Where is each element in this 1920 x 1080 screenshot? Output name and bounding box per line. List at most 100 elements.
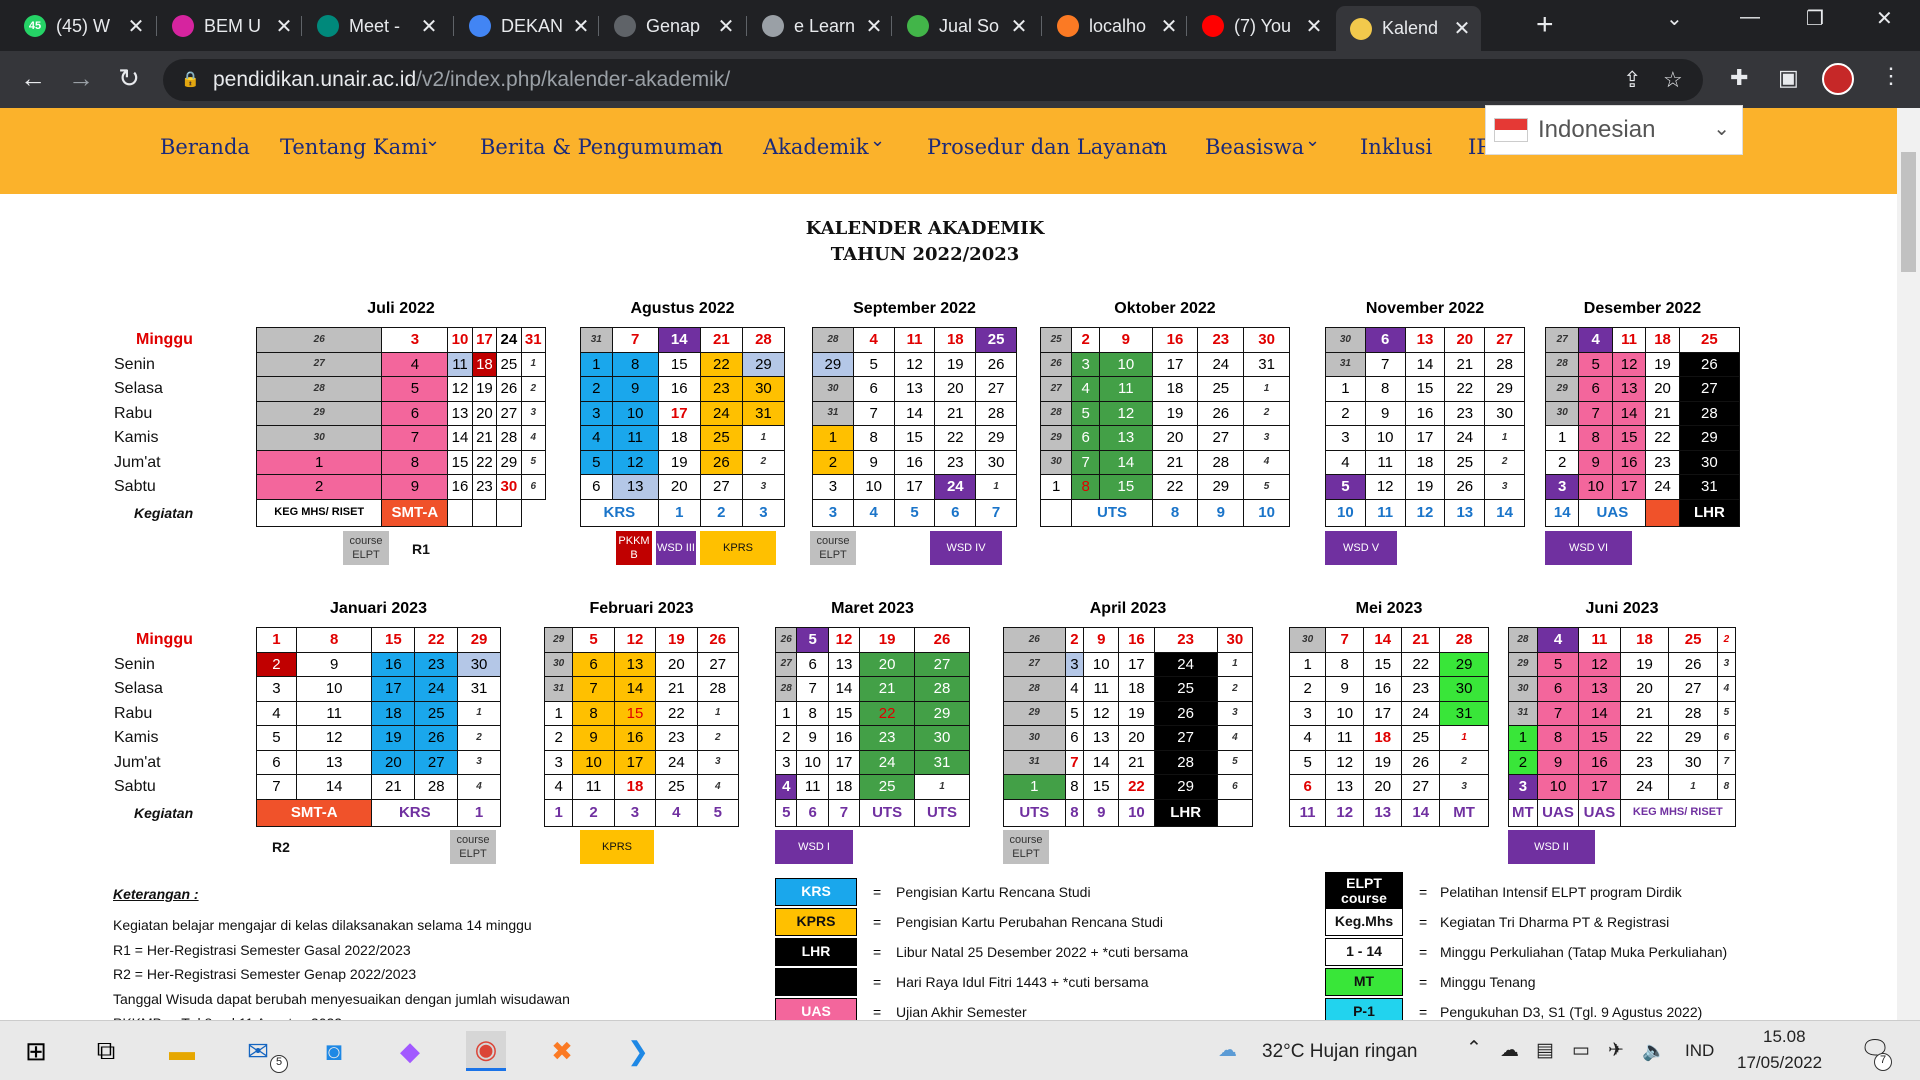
url-text[interactable]: pendidikan.unair.ac.id/v2/index.php/kale… bbox=[213, 68, 730, 92]
indonesia-flag-icon bbox=[1494, 118, 1528, 142]
nav-dropdown-icon[interactable]: ⌄ bbox=[705, 130, 720, 151]
tab-close-icon[interactable]: ✕ bbox=[418, 14, 440, 39]
task-view-icon[interactable]: ⧉ bbox=[86, 1031, 126, 1071]
clock-date[interactable]: 17/05/2022 bbox=[1737, 1053, 1822, 1073]
calendar-day: 19 bbox=[471, 376, 498, 402]
bookmark-star-icon[interactable]: ☆ bbox=[1663, 67, 1683, 93]
day-label-selasa: Selasa bbox=[114, 680, 163, 697]
language-selector[interactable]: Indonesian ⌄ bbox=[1485, 105, 1743, 155]
close-window-button[interactable]: ✕ bbox=[1876, 6, 1893, 31]
reload-button[interactable]: ↻ bbox=[112, 63, 146, 94]
tab-close-icon[interactable]: ✕ bbox=[273, 14, 295, 39]
nav-dropdown-icon[interactable]: ⌄ bbox=[1305, 130, 1320, 151]
weather-text[interactable]: 32°C Hujan ringan bbox=[1262, 1041, 1417, 1063]
tab-search-icon[interactable]: ⌄ bbox=[1666, 6, 1683, 31]
nav-item[interactable]: Beasiswa bbox=[1205, 135, 1304, 159]
nav-item[interactable]: Akademik bbox=[763, 135, 869, 159]
calendar-day: 26 bbox=[255, 327, 383, 353]
browser-tab[interactable]: BEM U ✕ bbox=[158, 7, 303, 45]
address-bar[interactable]: 🔒 pendidikan.unair.ac.id/v2/index.php/ka… bbox=[163, 59, 1703, 101]
calendar-day: 22 bbox=[934, 425, 977, 451]
tab-close-icon[interactable]: ✕ bbox=[125, 14, 147, 39]
tab-title: (45) W bbox=[56, 15, 110, 36]
new-tab-button[interactable]: + bbox=[1536, 8, 1554, 42]
clock-time[interactable]: 15.08 bbox=[1763, 1027, 1806, 1047]
windows-start-icon[interactable]: ⊞ bbox=[16, 1031, 56, 1071]
tab-close-icon[interactable]: ✕ bbox=[1008, 14, 1030, 39]
vscode-icon[interactable]: ❯ bbox=[618, 1031, 658, 1071]
file-explorer-icon[interactable]: ▬ bbox=[162, 1031, 202, 1071]
nav-dropdown-icon[interactable]: ⌄ bbox=[870, 130, 885, 151]
tray-chevron-icon[interactable]: ⌃ bbox=[1466, 1037, 1482, 1060]
calendar-day: 3 bbox=[812, 474, 854, 500]
nav-dropdown-icon[interactable]: ⌄ bbox=[425, 130, 440, 151]
restore-button[interactable]: ❐ bbox=[1806, 6, 1824, 31]
browser-tab[interactable]: Kalend ✕ bbox=[1336, 6, 1481, 51]
nav-dropdown-icon[interactable]: ⌄ bbox=[1148, 130, 1163, 151]
calendar-day: 20 bbox=[1118, 725, 1155, 751]
calendar-day: 17 bbox=[371, 676, 416, 702]
nav-item[interactable]: Inklusi bbox=[1360, 135, 1432, 159]
calendar-day: 16 bbox=[827, 725, 861, 751]
browser-tab[interactable]: Meet - ✕ bbox=[303, 7, 448, 45]
calendar-day: 30 bbox=[255, 425, 383, 451]
browser-tab[interactable]: Genap ✕ bbox=[600, 7, 745, 45]
calendar-day: 5 bbox=[256, 725, 297, 751]
lock-icon[interactable]: 🔒 bbox=[181, 70, 200, 88]
chrome-icon[interactable]: ◉ bbox=[466, 1031, 506, 1071]
calendar-day: 1 bbox=[1508, 725, 1538, 751]
xampp-icon[interactable]: ✖ bbox=[542, 1031, 582, 1071]
browser-tab[interactable]: DEKAN ✕ bbox=[455, 7, 600, 45]
calendar-day: 12 bbox=[1099, 400, 1153, 426]
battery-icon[interactable]: ▭ bbox=[1572, 1039, 1590, 1062]
profile-avatar[interactable] bbox=[1822, 63, 1854, 95]
calendar-day: 8 bbox=[1578, 425, 1613, 451]
tab-close-icon[interactable]: ✕ bbox=[1158, 14, 1180, 39]
browser-tab[interactable]: (7) You ✕ bbox=[1188, 7, 1333, 45]
menu-kebab-icon[interactable]: ⋮ bbox=[1880, 63, 1902, 89]
tab-close-icon[interactable]: ✕ bbox=[1303, 14, 1325, 39]
calendar-day: 9 bbox=[1083, 627, 1120, 653]
calendar-day: 28 bbox=[1439, 627, 1489, 653]
back-button[interactable]: ← bbox=[16, 63, 50, 94]
browser-tab[interactable]: localho ✕ bbox=[1043, 7, 1188, 45]
tab-close-icon[interactable]: ✕ bbox=[715, 14, 737, 39]
tab-close-icon[interactable]: ✕ bbox=[570, 14, 592, 39]
kegiatan-cell: 4 bbox=[655, 798, 698, 827]
side-panel-icon[interactable]: ▣ bbox=[1778, 65, 1799, 91]
browser-tab[interactable]: Jual So ✕ bbox=[893, 7, 1038, 45]
tray-app-icon[interactable]: ▤ bbox=[1536, 1039, 1554, 1062]
calendar-day: 19 bbox=[1645, 351, 1680, 377]
onedrive-icon[interactable]: ☁ bbox=[1500, 1039, 1519, 1062]
input-language[interactable]: IND bbox=[1685, 1041, 1714, 1061]
scrollbar-thumb[interactable] bbox=[1901, 152, 1916, 272]
browser-tab[interactable]: e Learn ✕ bbox=[748, 7, 893, 45]
nav-item[interactable]: Tentang Kami bbox=[280, 135, 428, 159]
browser-tab[interactable]: 45 (45) W ✕ bbox=[10, 7, 155, 45]
minimize-button[interactable]: — bbox=[1740, 6, 1760, 29]
calendar-day: 23 bbox=[859, 725, 916, 751]
page-scrollbar[interactable] bbox=[1897, 108, 1920, 1020]
calendar-day: 18 bbox=[827, 774, 861, 800]
figma-icon[interactable]: ◆ bbox=[390, 1031, 430, 1071]
camera-app-icon[interactable]: ◙ bbox=[314, 1031, 354, 1071]
tab-close-icon[interactable]: ✕ bbox=[1451, 16, 1473, 41]
calendar-day: 4 bbox=[696, 774, 740, 800]
calendar-day: 7 bbox=[572, 676, 615, 702]
share-icon[interactable]: ⇪ bbox=[1623, 67, 1641, 93]
forward-button[interactable]: → bbox=[64, 63, 98, 94]
calendar-day: 3 bbox=[1064, 651, 1085, 677]
calendar-day: 9 bbox=[611, 376, 659, 402]
calendar-day: 29 bbox=[1508, 651, 1538, 677]
calendar-day: 6 bbox=[1716, 725, 1737, 751]
extensions-icon[interactable]: ✚ bbox=[1730, 65, 1748, 91]
network-icon[interactable]: ✈ bbox=[1608, 1039, 1624, 1062]
legend-equals: = bbox=[873, 884, 882, 900]
calendar-day: 30 bbox=[1243, 327, 1290, 353]
weather-icon[interactable]: ☁ bbox=[1218, 1039, 1237, 1062]
nav-item[interactable]: Prosedur dan Layanan bbox=[927, 135, 1167, 159]
nav-item[interactable]: Berita & Pengumuman bbox=[480, 135, 723, 159]
nav-item[interactable]: Beranda bbox=[160, 135, 250, 159]
tab-close-icon[interactable]: ✕ bbox=[863, 14, 885, 39]
volume-icon[interactable]: 🔈 bbox=[1642, 1039, 1666, 1063]
